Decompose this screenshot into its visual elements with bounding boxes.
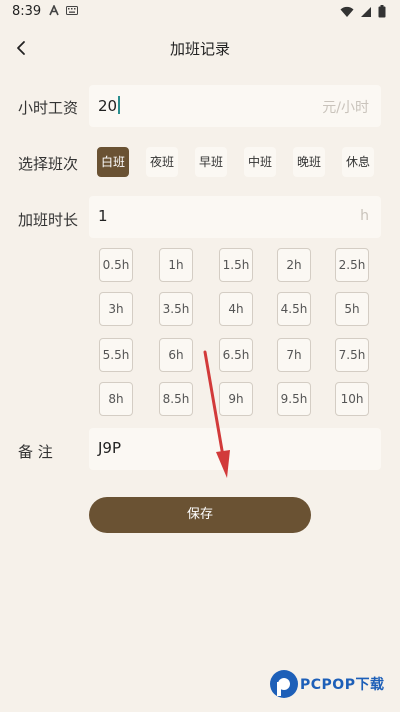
wage-label: 小时工资 <box>18 99 79 117</box>
hour-preset-button[interactable]: 4h <box>219 292 253 326</box>
hour-preset-button[interactable]: 8h <box>99 382 133 416</box>
page-title: 加班记录 <box>169 40 230 58</box>
status-time: 8:39 <box>12 4 42 19</box>
hour-preset-grid: 0.5h 1h 1.5h 2h 2.5h 3h 3.5h 4h 4.5h 5h … <box>99 248 373 420</box>
hour-preset-button[interactable]: 6.5h <box>219 338 253 372</box>
overtime-unit: h <box>360 208 369 224</box>
shift-option-early[interactable]: 早班 <box>195 147 227 177</box>
shift-option-rest[interactable]: 休息 <box>342 147 374 177</box>
shift-option-middle[interactable]: 中班 <box>244 147 276 177</box>
watermark: PCPOP下载 <box>268 668 394 702</box>
signal-icon <box>361 6 371 17</box>
hour-preset-button[interactable]: 1h <box>159 248 193 282</box>
shift-option-night[interactable]: 夜班 <box>146 147 178 177</box>
status-bar: 8:39 <box>0 0 400 24</box>
save-button[interactable]: 保存 <box>89 497 311 533</box>
shift-label: 选择班次 <box>18 155 79 173</box>
hour-preset-button[interactable]: 7h <box>277 338 311 372</box>
wage-value: 20 <box>98 96 120 115</box>
hour-preset-button[interactable]: 8.5h <box>159 382 193 416</box>
overtime-value: 1 <box>98 207 108 225</box>
wage-unit: 元/小时 <box>322 100 369 116</box>
note-value: J9P <box>98 439 122 457</box>
hour-preset-button[interactable]: 5h <box>335 292 369 326</box>
wifi-icon <box>340 6 354 17</box>
hour-preset-button[interactable]: 4.5h <box>277 292 311 326</box>
battery-icon <box>378 5 386 18</box>
hour-preset-button[interactable]: 3h <box>99 292 133 326</box>
pcpop-logo-icon <box>270 670 298 698</box>
hour-preset-button[interactable]: 6h <box>159 338 193 372</box>
overtime-input[interactable]: 1 h <box>89 196 381 238</box>
hour-preset-button[interactable]: 9.5h <box>277 382 311 416</box>
font-notification-icon <box>49 5 59 16</box>
overtime-label: 加班时长 <box>18 211 79 229</box>
status-right <box>340 5 386 18</box>
shift-options: 白班 夜班 早班 中班 晚班 休息 <box>97 147 374 177</box>
nav-bar: 加班记录 <box>0 30 400 66</box>
hour-preset-button[interactable]: 10h <box>335 382 369 416</box>
note-label: 备 注 <box>18 443 53 461</box>
text-cursor <box>118 96 120 114</box>
hour-preset-button[interactable]: 1.5h <box>219 248 253 282</box>
hour-preset-button[interactable]: 7.5h <box>335 338 369 372</box>
wage-input[interactable]: 20 元/小时 <box>89 85 381 127</box>
hour-preset-button[interactable]: 0.5h <box>99 248 133 282</box>
shift-option-evening[interactable]: 晚班 <box>293 147 325 177</box>
keyboard-icon <box>66 6 78 15</box>
hour-preset-button[interactable]: 3.5h <box>159 292 193 326</box>
watermark-text: PCPOP下载 <box>300 677 385 693</box>
hour-preset-button[interactable]: 9h <box>219 382 253 416</box>
hour-preset-button[interactable]: 5.5h <box>99 338 133 372</box>
shift-option-day[interactable]: 白班 <box>97 147 129 177</box>
hour-preset-button[interactable]: 2.5h <box>335 248 369 282</box>
note-input[interactable]: J9P <box>89 428 381 470</box>
hour-preset-button[interactable]: 2h <box>277 248 311 282</box>
